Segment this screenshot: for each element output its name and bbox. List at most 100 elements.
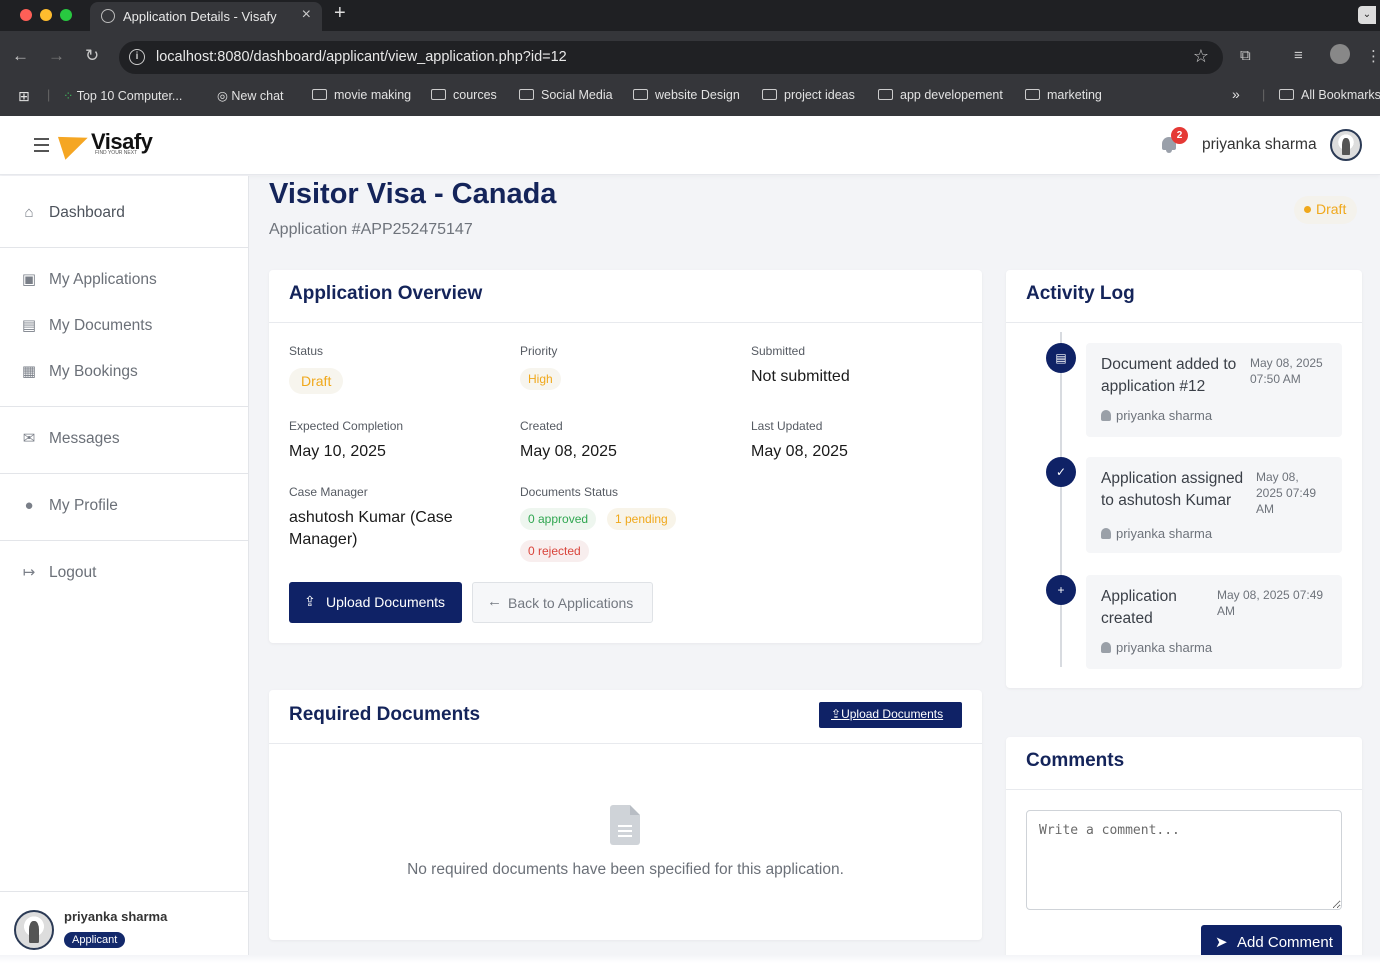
bookmarks-bar: ⊞ | ⁘ Top 10 Computer... ◎ New chat movi… [0,82,1380,116]
passport-icon: ▣ [21,271,37,288]
upload-documents-button[interactable]: ⇪ Upload Documents [289,582,462,623]
upload-icon: ⇪ [831,707,842,721]
approved-count-badge: 0 approved [520,508,597,530]
folder-icon [762,89,777,100]
site-info-icon[interactable]: i [129,49,145,65]
sidebar-item-label: My Bookings [49,363,138,380]
sidebar-item-my-profile[interactable]: ● My Profile [0,484,248,530]
activity-text: Application assigned to ashutosh Kumar [1101,470,1244,509]
page-title: Visitor Visa - Canada [269,178,557,210]
header-user-name[interactable]: priyanka sharma [1202,136,1317,154]
media-icon[interactable]: ≡ [1294,47,1303,64]
bookmark-label: cources [453,88,497,102]
avatar [14,910,54,950]
address-bar[interactable]: i localhost:8080/dashboard/applicant/vie… [119,41,1223,74]
submitted-label: Submitted [751,344,806,358]
created-label: Created [520,419,563,433]
forward-arrow-icon[interactable]: → [48,46,65,66]
card-header: Comments [1006,737,1362,790]
activity-date: May 08, 2025 07:50 AM [1250,356,1323,386]
comment-textarea[interactable] [1026,810,1342,910]
sidebar-item-my-bookings[interactable]: ▦ My Bookings [0,350,248,396]
browser-toolbar: ← → ↻ i localhost:8080/dashboard/applica… [0,31,1380,82]
sign-out-icon: ↦ [22,564,36,581]
extensions-icon[interactable]: ⧉ [1240,47,1251,64]
card-title: Comments [1026,750,1125,771]
case-manager-value: ashutosh Kumar (Case Manager) [289,509,453,548]
bookmark-star-icon[interactable]: ☆ [1193,46,1209,67]
browser-tab[interactable]: Application Details - Visafy × [90,2,322,31]
upload-documents-small-button[interactable]: ⇪Upload Documents [819,702,962,728]
avatar[interactable] [1330,129,1362,161]
back-arrow-icon[interactable]: ← [12,46,29,66]
chatgpt-icon: ◎ [217,89,232,103]
document-icon [610,805,640,845]
bookmark-folder[interactable]: cources [431,88,497,102]
url-text: localhost:8080/dashboard/applicant/view_… [156,49,567,65]
minimize-window-button[interactable] [40,9,52,21]
status-pill: Draft [289,368,344,394]
application-overview-card: Application Overview Status Draft Priori… [269,270,982,643]
user-icon: ● [24,497,34,514]
activity-user: priyanka sharma [1101,526,1212,541]
status-badge: Draft [1294,196,1358,224]
sidebar-item-logout[interactable]: ↦ Logout [0,551,248,597]
bookmark-folder[interactable]: movie making [312,88,411,102]
file-upload-icon: ▤ [1046,343,1076,373]
close-window-button[interactable] [20,9,32,21]
bookmark-label: project ideas [784,88,855,102]
sidebar-item-messages[interactable]: ✉ Messages [0,417,248,463]
upload-icon: ⇪ [304,593,316,609]
bookmark-folder[interactable]: project ideas [762,88,855,102]
sidebar-item-label: Logout [49,564,97,581]
globe-icon [101,9,115,23]
activity-log-card: Activity Log ▤ Document added to applica… [1006,270,1362,688]
required-documents-card: Required Documents ⇪Upload Documents No … [269,690,982,940]
brand-tagline: FIND YOUR NEXT [95,150,138,156]
folder-icon [431,89,446,100]
bookmark-label: movie making [334,88,412,102]
tab-close-icon[interactable]: × [302,6,311,24]
card-title: Application Overview [289,283,483,304]
bookmark-label: All Bookmarks [1301,88,1380,102]
bookmark-folder[interactable]: app developement [878,88,1003,102]
created-value: May 08, 2025 [520,443,617,460]
back-to-applications-button[interactable]: ← Back to Applications [472,582,653,623]
sidebar-item-dashboard[interactable]: ⌂ Dashboard [0,191,248,237]
activity-text: Application created [1101,588,1177,627]
bookmark-folder[interactable]: website Design [633,88,740,102]
arrow-left-icon: ← [487,593,502,610]
bookmark-item[interactable]: ◎ New chat [217,88,284,103]
reload-icon[interactable]: ↻ [85,46,99,66]
bookmark-label: Social Media [541,88,613,102]
bookmark-folder[interactable]: Social Media [519,88,613,102]
bookmark-label: New chat [231,89,284,103]
button-text: Upload Documents [841,707,944,721]
folder-icon [312,89,327,100]
all-bookmarks-folder[interactable]: All Bookmarks [1279,88,1380,102]
bookmark-folder[interactable]: marketing [1025,88,1102,102]
maximize-window-button[interactable] [60,9,72,21]
priority-label: Priority [520,344,558,358]
hamburger-menu-icon[interactable] [34,138,49,156]
comments-card: Comments ➤ Add Comment [1006,737,1362,963]
bookmark-item[interactable]: ⁘ Top 10 Computer... [63,88,182,103]
sidebar-item-my-applications[interactable]: ▣ My Applications [0,258,248,304]
calendar-icon: ▦ [21,363,37,380]
paper-plane-icon [57,128,93,160]
sidebar-divider [0,406,248,407]
new-tab-button[interactable]: + [334,2,346,25]
sidebar: ⌂ Dashboard ▣ My Applications ▤ My Docum… [0,176,249,963]
sidebar-item-my-documents[interactable]: ▤ My Documents [0,304,248,350]
bookmarks-separator: | [47,88,51,102]
tab-search-button[interactable]: ⌄ [1358,6,1376,24]
apps-grid-icon[interactable]: ⊞ [18,88,30,105]
last-updated-value: May 08, 2025 [751,443,848,460]
sidebar-item-label: My Profile [49,497,118,514]
sidebar-divider [0,247,248,248]
menu-kebab-icon[interactable]: ⋮ [1366,47,1380,65]
more-bookmarks-chevron-icon[interactable]: » [1232,86,1240,102]
browser-tab-bar: Application Details - Visafy × + ⌄ [0,0,1380,31]
file-icon: ▤ [21,317,37,334]
profile-icon[interactable] [1330,44,1350,64]
